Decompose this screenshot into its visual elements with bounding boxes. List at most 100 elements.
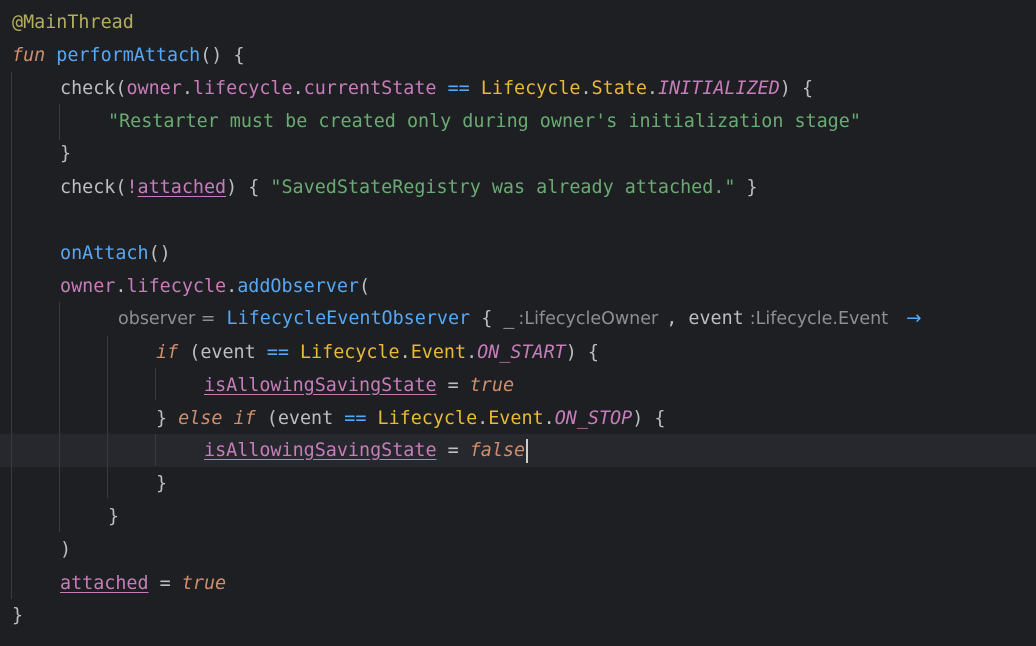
punctuation: . xyxy=(477,408,489,429)
operator: ! xyxy=(126,177,138,198)
punctuation: () { xyxy=(200,45,245,66)
paren: ) xyxy=(60,539,72,560)
class-name: Lifecycle xyxy=(299,342,400,363)
code-editor[interactable]: @MainThread fun performAttach() { check(… xyxy=(0,0,1036,646)
class-name: State xyxy=(591,78,647,99)
code-line-14: isAllowingSavingState = false xyxy=(204,434,529,467)
code-line-13: } else if (event == Lifecycle.Event.ON_S… xyxy=(156,402,665,435)
boolean-literal: true xyxy=(469,375,515,396)
keyword: if xyxy=(156,342,179,363)
punctuation: ( xyxy=(115,177,127,198)
keyword: fun xyxy=(12,45,46,66)
string-literal: "Restarter must be created only during o… xyxy=(108,111,861,132)
parameter: event xyxy=(200,342,256,363)
operator: == xyxy=(333,408,378,429)
punctuation: () xyxy=(148,243,171,264)
punctuation: } xyxy=(735,177,758,198)
punctuation: ( xyxy=(358,276,371,297)
code-line-12: isAllowingSavingState = true xyxy=(204,369,514,402)
code-line-2: fun performAttach() { xyxy=(12,39,245,72)
punctuation: . xyxy=(115,276,127,297)
operator: == xyxy=(255,342,300,363)
code-line-15: } xyxy=(156,467,167,500)
punctuation: . xyxy=(181,78,193,99)
punctuation: { xyxy=(470,308,504,329)
operator: == xyxy=(436,78,481,99)
indent-guide xyxy=(59,302,60,532)
punctuation: ) { xyxy=(779,78,814,99)
operator: = xyxy=(436,440,470,461)
punctuation: . xyxy=(292,78,304,99)
brace: } xyxy=(60,143,72,164)
code-line-1: @MainThread xyxy=(12,6,134,39)
brace: } xyxy=(12,605,24,626)
parameter: event xyxy=(277,408,334,429)
variable: isAllowingSavingState xyxy=(204,375,437,396)
parameter: event xyxy=(688,308,744,329)
enum-constant: ON_START xyxy=(477,342,566,363)
string-literal: "SavedStateRegistry was already attached… xyxy=(270,177,736,198)
code-line-9: owner.lifecycle.addObserver( xyxy=(60,270,370,303)
variable: attached xyxy=(137,177,227,198)
text-caret xyxy=(526,439,529,463)
function-call: addObserver xyxy=(237,276,359,297)
class-name: Lifecycle xyxy=(480,78,581,99)
operator: = xyxy=(436,375,470,396)
punctuation: . xyxy=(226,276,238,297)
lambda-arrow-icon: → xyxy=(906,308,922,329)
code-line-16: } xyxy=(108,500,119,533)
indent-guide xyxy=(59,104,60,140)
code-line-17: ) xyxy=(60,533,71,566)
variable: isAllowingSavingState xyxy=(204,440,437,461)
annotation: @MainThread xyxy=(12,12,134,33)
punctuation: ( xyxy=(255,408,278,429)
indent-guide xyxy=(107,336,108,498)
class-name: Event xyxy=(488,408,544,429)
code-line-3: check(owner.lifecycle.currentState == Li… xyxy=(60,72,813,105)
function-call: check xyxy=(60,177,116,198)
code-line-5: } xyxy=(60,137,71,170)
enum-constant: ON_STOP xyxy=(554,408,633,429)
punctuation: . xyxy=(580,78,592,99)
operator: = xyxy=(148,573,182,594)
indent-guide xyxy=(155,368,156,400)
punctuation: , xyxy=(666,308,689,329)
property: lifecycle xyxy=(126,276,227,297)
punctuation: ) { xyxy=(226,177,271,198)
type-hint: :LifecycleOwner xyxy=(518,309,659,329)
boolean-literal: true xyxy=(181,573,227,594)
code-line-6: check(!attached) { "SavedStateRegistry w… xyxy=(60,171,758,204)
variable: attached xyxy=(60,573,149,594)
punctuation: . xyxy=(466,342,478,363)
parameter-name-hint: observer = xyxy=(118,309,216,329)
code-line-4: "Restarter must be created only during o… xyxy=(108,105,861,138)
brace: } xyxy=(156,408,179,429)
punctuation: ( xyxy=(178,342,201,363)
indent-guide xyxy=(155,434,156,466)
punctuation: . xyxy=(543,408,555,429)
parameter: _ xyxy=(503,308,515,329)
class-name: Lifecycle xyxy=(377,408,478,429)
keyword: if xyxy=(222,408,256,429)
punctuation: ) { xyxy=(632,408,666,429)
class-name: Event xyxy=(410,342,467,363)
type-hint: :Lifecycle.Event xyxy=(749,309,889,329)
code-line-8: onAttach() xyxy=(60,237,171,270)
property: owner xyxy=(60,276,116,297)
class-name: LifecycleEventObserver xyxy=(226,308,471,329)
code-line-10: observer = LifecycleEventObserver { _:Li… xyxy=(118,302,922,335)
boolean-literal: false xyxy=(469,440,526,461)
property: currentState xyxy=(303,78,437,99)
code-line-19: } xyxy=(12,599,23,632)
enum-constant: INITIALIZED xyxy=(658,78,780,99)
code-line-18: attached = true xyxy=(60,567,226,600)
keyword: else xyxy=(178,408,223,429)
function-name: performAttach xyxy=(56,45,201,66)
function-call: onAttach xyxy=(60,243,149,264)
punctuation: . xyxy=(646,78,658,99)
property: owner xyxy=(126,78,182,99)
property: lifecycle xyxy=(192,78,293,99)
punctuation: ( xyxy=(115,78,127,99)
punctuation: . xyxy=(399,342,411,363)
function-call: check xyxy=(60,78,116,99)
